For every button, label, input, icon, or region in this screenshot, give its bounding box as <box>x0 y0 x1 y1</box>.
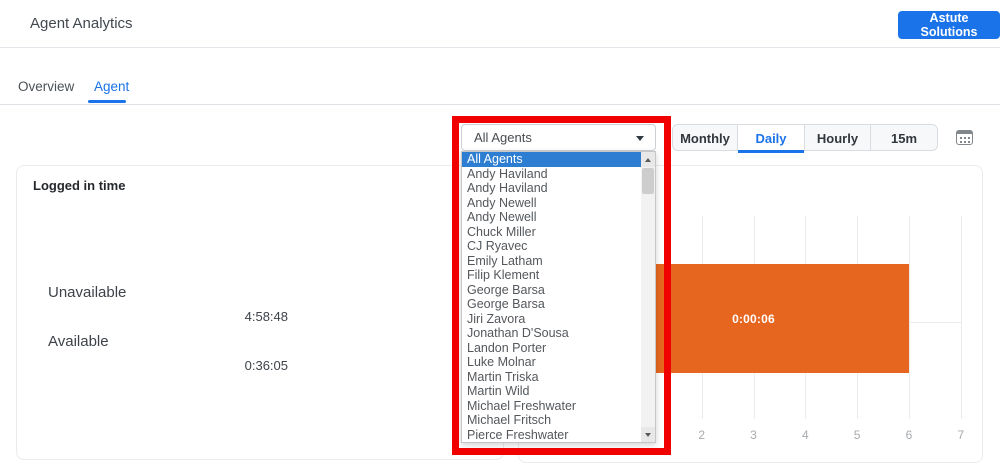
x-tick-label: 2 <box>690 428 714 442</box>
x-tick-label: 4 <box>793 428 817 442</box>
bar-value-label: 0:00:06 <box>732 312 775 326</box>
period-daily-button[interactable]: Daily <box>737 124 805 151</box>
agent-option[interactable]: Andy Newell <box>462 210 641 225</box>
tab-agent[interactable]: Agent <box>94 79 129 94</box>
tab-overview[interactable]: Overview <box>18 79 74 94</box>
card-title: Logged in time <box>33 178 125 193</box>
agent-option[interactable]: George Barsa <box>462 283 641 298</box>
agent-option[interactable]: Andy Haviland <box>462 181 641 196</box>
active-tab-underline <box>88 100 126 103</box>
agent-analytics-screen: Agent Analytics Astute Solutions Overvie… <box>0 0 1000 470</box>
agent-select[interactable]: All Agents <box>461 124 656 151</box>
unavailable-time-value: 4:58:48 <box>167 309 288 324</box>
tabbar-divider <box>0 104 1000 105</box>
dropdown-scrollbar[interactable] <box>641 152 655 442</box>
gridline <box>961 216 962 419</box>
calendar-icon-header <box>957 131 972 134</box>
header-divider <box>0 47 1000 48</box>
agent-option[interactable]: Michael Freshwater <box>462 399 641 414</box>
astute-solutions-button[interactable]: Astute Solutions <box>898 11 1000 39</box>
agent-option[interactable]: Martin Triska <box>462 370 641 385</box>
agent-option[interactable]: Martin Wild <box>462 384 641 399</box>
logged-in-time-card: Logged in time Unavailable 4:58:48 Avail… <box>16 165 504 460</box>
scroll-down-icon[interactable] <box>641 427 655 442</box>
agent-option[interactable]: CJ Ryavec <box>462 239 641 254</box>
category-label-available: Available <box>48 333 109 350</box>
page-title: Agent Analytics <box>30 15 133 32</box>
agent-option[interactable]: Jiri Zavora <box>462 312 641 327</box>
x-tick-label: 6 <box>897 428 921 442</box>
chevron-down-icon <box>636 136 644 141</box>
available-time-value: 0:36:05 <box>167 358 288 373</box>
agent-option[interactable]: All Agents <box>462 152 641 167</box>
x-tick-label: 3 <box>742 428 766 442</box>
agent-options: All AgentsAndy HavilandAndy HavilandAndy… <box>462 152 641 442</box>
agent-option[interactable]: Chuck Miller <box>462 225 641 240</box>
period-monthly-button[interactable]: Monthly <box>672 124 738 151</box>
agent-select-value: All Agents <box>474 130 532 145</box>
scroll-up-icon[interactable] <box>641 152 655 167</box>
agent-option[interactable]: Andy Haviland <box>462 167 641 182</box>
agent-option[interactable]: George Barsa <box>462 297 641 312</box>
x-tick-label: 7 <box>949 428 973 442</box>
agent-option[interactable]: Landon Porter <box>462 341 641 356</box>
agent-option[interactable]: Jonathan D'Sousa <box>462 326 641 341</box>
category-label-unavailable: Unavailable <box>48 284 126 301</box>
agent-option[interactable]: Pierce Freshwater <box>462 428 641 443</box>
calendar-icon[interactable] <box>956 130 973 145</box>
period-hourly-button[interactable]: Hourly <box>804 124 871 151</box>
scrollbar-thumb[interactable] <box>642 168 654 194</box>
gridline <box>909 216 910 419</box>
agent-option[interactable]: Filip Klement <box>462 268 641 283</box>
period-15m-button[interactable]: 15m <box>870 124 938 151</box>
calendar-icon-dots <box>960 137 962 139</box>
x-tick-label: 5 <box>845 428 869 442</box>
agent-option[interactable]: Luke Molnar <box>462 355 641 370</box>
agent-option[interactable]: Michael Fritsch <box>462 413 641 428</box>
period-toggle-group: Monthly Daily Hourly 15m <box>672 124 938 151</box>
agent-option[interactable]: Emily Latham <box>462 254 641 269</box>
agent-option[interactable]: Andy Newell <box>462 196 641 211</box>
agent-dropdown-list: All AgentsAndy HavilandAndy HavilandAndy… <box>461 151 656 443</box>
